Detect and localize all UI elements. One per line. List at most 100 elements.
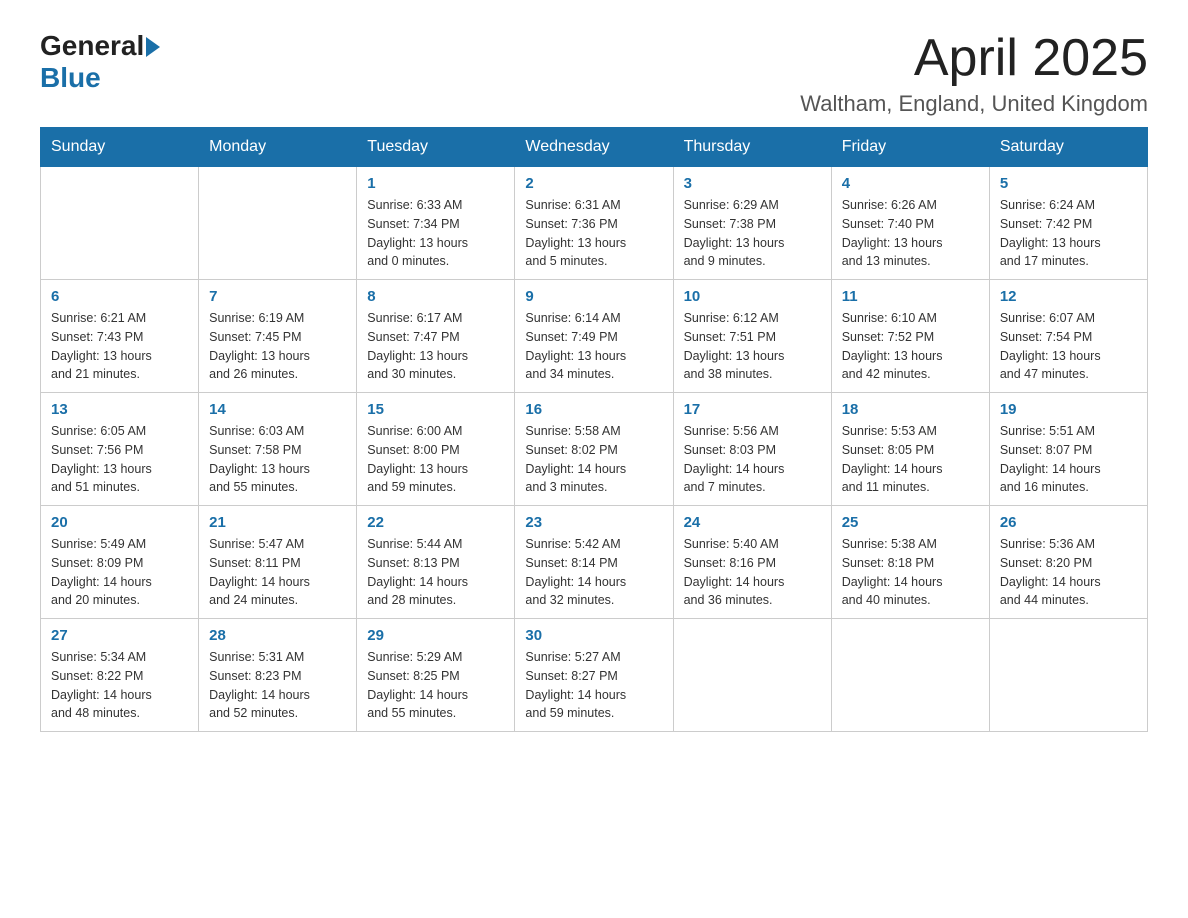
calendar-cell: 3 Sunrise: 6:29 AMSunset: 7:38 PMDaylight… [673,167,831,280]
day-number: 9 [525,288,662,305]
calendar-cell: 21 Sunrise: 5:47 AMSunset: 8:11 PMDayligh… [199,506,357,619]
calendar-cell: 30 Sunrise: 5:27 AMSunset: 8:27 PMDayligh… [515,619,673,732]
calendar-cell: 7Sunrise: 6:19 AMSunset: 7:45 PMDaylight… [199,280,357,393]
header-thursday: Thursday [673,128,831,167]
day-info: Sunrise: 5:44 AMSunset: 8:13 PMDaylight:… [367,535,504,610]
day-number: 15 [367,401,504,418]
calendar-week-row: 27 Sunrise: 5:34 AMSunset: 8:22 PMDayligh… [41,619,1148,732]
day-number: 20 [51,514,188,531]
day-info: Sunrise: 6:33 AMSunset: 7:34 PMDaylight:… [367,196,504,271]
day-info: Sunrise: 6:14 AMSunset: 7:49 PMDaylight:… [525,309,662,384]
calendar-cell: 4 Sunrise: 6:26 AMSunset: 7:40 PMDaylight… [831,167,989,280]
day-number: 13 [51,401,188,418]
day-info: Sunrise: 5:42 AMSunset: 8:14 PMDaylight:… [525,535,662,610]
calendar-cell [673,619,831,732]
calendar-week-row: 6Sunrise: 6:21 AMSunset: 7:43 PMDaylight… [41,280,1148,393]
day-number: 29 [367,627,504,644]
day-info: Sunrise: 5:38 AMSunset: 8:18 PMDaylight:… [842,535,979,610]
page-subtitle: Waltham, England, United Kingdom [800,91,1148,117]
day-info: Sunrise: 5:47 AMSunset: 8:11 PMDaylight:… [209,535,346,610]
day-info: Sunrise: 5:34 AMSunset: 8:22 PMDaylight:… [51,648,188,723]
page-title: April 2025 [800,30,1148,87]
calendar-cell [41,167,199,280]
calendar-cell [831,619,989,732]
calendar-cell: 6Sunrise: 6:21 AMSunset: 7:43 PMDaylight… [41,280,199,393]
day-number: 21 [209,514,346,531]
day-info: Sunrise: 5:27 AMSunset: 8:27 PMDaylight:… [525,648,662,723]
day-info: Sunrise: 6:00 AMSunset: 8:00 PMDaylight:… [367,422,504,497]
day-info: Sunrise: 6:07 AMSunset: 7:54 PMDaylight:… [1000,309,1137,384]
calendar-table: SundayMondayTuesdayWednesdayThursdayFrid… [40,127,1148,732]
day-info: Sunrise: 6:26 AMSunset: 7:40 PMDaylight:… [842,196,979,271]
header-tuesday: Tuesday [357,128,515,167]
day-number: 7 [209,288,346,305]
day-number: 4 [842,175,979,192]
calendar-cell: 12 Sunrise: 6:07 AMSunset: 7:54 PMDayligh… [989,280,1147,393]
day-info: Sunrise: 5:56 AMSunset: 8:03 PMDaylight:… [684,422,821,497]
title-block: April 2025 Waltham, England, United King… [800,30,1148,117]
page-header: General Blue April 2025 Waltham, England… [40,30,1148,117]
day-info: Sunrise: 6:21 AMSunset: 7:43 PMDaylight:… [51,309,188,384]
day-info: Sunrise: 5:51 AMSunset: 8:07 PMDaylight:… [1000,422,1137,497]
calendar-cell: 1 Sunrise: 6:33 AMSunset: 7:34 PMDaylight… [357,167,515,280]
day-info: Sunrise: 6:05 AMSunset: 7:56 PMDaylight:… [51,422,188,497]
calendar-cell: 29 Sunrise: 5:29 AMSunset: 8:25 PMDayligh… [357,619,515,732]
day-info: Sunrise: 5:58 AMSunset: 8:02 PMDaylight:… [525,422,662,497]
day-info: Sunrise: 6:29 AMSunset: 7:38 PMDaylight:… [684,196,821,271]
day-number: 3 [684,175,821,192]
day-number: 16 [525,401,662,418]
header-wednesday: Wednesday [515,128,673,167]
day-info: Sunrise: 6:12 AMSunset: 7:51 PMDaylight:… [684,309,821,384]
day-number: 5 [1000,175,1137,192]
calendar-cell: 22 Sunrise: 5:44 AMSunset: 8:13 PMDayligh… [357,506,515,619]
calendar-cell: 16 Sunrise: 5:58 AMSunset: 8:02 PMDayligh… [515,393,673,506]
day-number: 24 [684,514,821,531]
calendar-cell: 18Sunrise: 5:53 AMSunset: 8:05 PMDayligh… [831,393,989,506]
day-number: 22 [367,514,504,531]
day-number: 17 [684,401,821,418]
day-number: 8 [367,288,504,305]
day-info: Sunrise: 5:49 AMSunset: 8:09 PMDaylight:… [51,535,188,610]
day-info: Sunrise: 5:31 AMSunset: 8:23 PMDaylight:… [209,648,346,723]
header-sunday: Sunday [41,128,199,167]
calendar-cell: 10 Sunrise: 6:12 AMSunset: 7:51 PMDayligh… [673,280,831,393]
day-number: 12 [1000,288,1137,305]
calendar-cell: 5 Sunrise: 6:24 AMSunset: 7:42 PMDaylight… [989,167,1147,280]
day-number: 1 [367,175,504,192]
day-info: Sunrise: 6:17 AMSunset: 7:47 PMDaylight:… [367,309,504,384]
calendar-cell: 19 Sunrise: 5:51 AMSunset: 8:07 PMDayligh… [989,393,1147,506]
calendar-cell [989,619,1147,732]
day-number: 25 [842,514,979,531]
calendar-header-row: SundayMondayTuesdayWednesdayThursdayFrid… [41,128,1148,167]
calendar-cell: 8 Sunrise: 6:17 AMSunset: 7:47 PMDaylight… [357,280,515,393]
header-monday: Monday [199,128,357,167]
logo-general: General [40,30,144,62]
day-info: Sunrise: 5:29 AMSunset: 8:25 PMDaylight:… [367,648,504,723]
day-number: 26 [1000,514,1137,531]
logo-blue: Blue [40,62,101,94]
calendar-cell: 25 Sunrise: 5:38 AMSunset: 8:18 PMDayligh… [831,506,989,619]
day-info: Sunrise: 5:36 AMSunset: 8:20 PMDaylight:… [1000,535,1137,610]
day-number: 27 [51,627,188,644]
day-number: 19 [1000,401,1137,418]
calendar-cell: 26 Sunrise: 5:36 AMSunset: 8:20 PMDayligh… [989,506,1147,619]
day-number: 30 [525,627,662,644]
day-info: Sunrise: 5:53 AMSunset: 8:05 PMDaylight:… [842,422,979,497]
day-info: Sunrise: 6:24 AMSunset: 7:42 PMDaylight:… [1000,196,1137,271]
day-number: 11 [842,288,979,305]
logo-arrow-icon [146,37,160,57]
day-number: 10 [684,288,821,305]
day-info: Sunrise: 6:10 AMSunset: 7:52 PMDaylight:… [842,309,979,384]
calendar-cell: 23Sunrise: 5:42 AMSunset: 8:14 PMDayligh… [515,506,673,619]
calendar-cell: 14Sunrise: 6:03 AMSunset: 7:58 PMDayligh… [199,393,357,506]
calendar-cell: 9 Sunrise: 6:14 AMSunset: 7:49 PMDaylight… [515,280,673,393]
day-number: 28 [209,627,346,644]
day-number: 14 [209,401,346,418]
day-info: Sunrise: 5:40 AMSunset: 8:16 PMDaylight:… [684,535,821,610]
calendar-cell: 15 Sunrise: 6:00 AMSunset: 8:00 PMDayligh… [357,393,515,506]
calendar-week-row: 20 Sunrise: 5:49 AMSunset: 8:09 PMDayligh… [41,506,1148,619]
calendar-week-row: 1 Sunrise: 6:33 AMSunset: 7:34 PMDaylight… [41,167,1148,280]
calendar-cell [199,167,357,280]
calendar-cell: 13 Sunrise: 6:05 AMSunset: 7:56 PMDayligh… [41,393,199,506]
calendar-cell: 17 Sunrise: 5:56 AMSunset: 8:03 PMDayligh… [673,393,831,506]
